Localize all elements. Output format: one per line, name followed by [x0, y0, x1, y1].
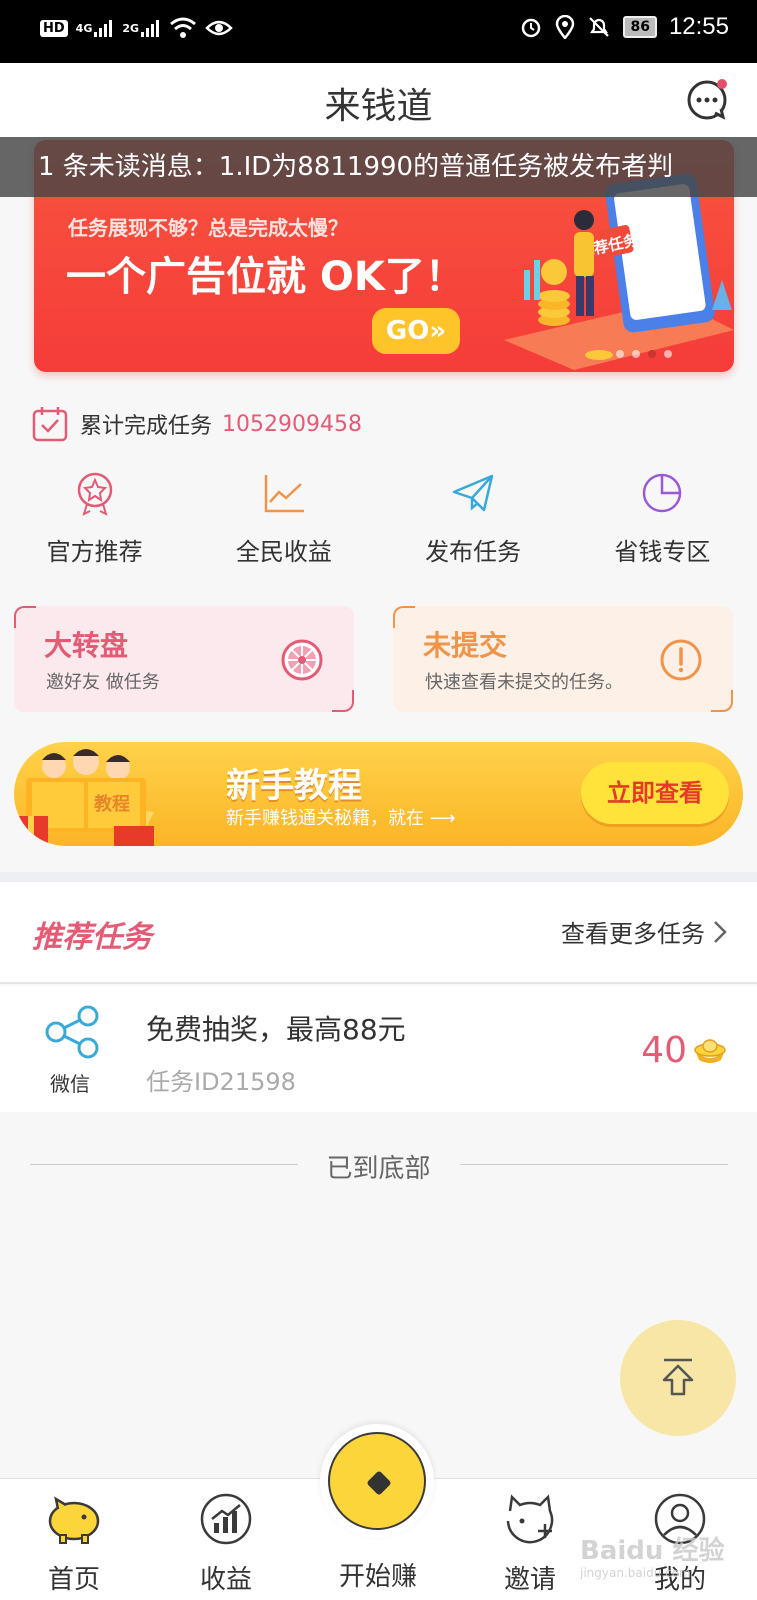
- status-left: HD 4G 2G: [40, 16, 233, 40]
- grid-item-publish-task[interactable]: 发布任务: [379, 470, 568, 580]
- section-divider: [0, 872, 757, 882]
- message-icon[interactable]: [685, 77, 729, 121]
- nav-earnings[interactable]: 收益: [166, 1479, 286, 1600]
- banner-line2: 一个广告位就 OK了！: [66, 254, 465, 300]
- start-earning-button[interactable]: [320, 1424, 434, 1538]
- banner-go-button[interactable]: GO»: [372, 308, 460, 354]
- banner-dot[interactable]: [616, 350, 624, 358]
- task-title: 免费抽奖，最高88元: [146, 1013, 406, 1046]
- task-platform: 微信: [50, 1072, 90, 1096]
- task-id: 任务ID21598: [146, 1068, 296, 1096]
- nav-home[interactable]: 首页: [14, 1479, 134, 1600]
- grid-label: 官方推荐: [46, 538, 143, 566]
- recommended-title: 推荐任务: [32, 920, 152, 955]
- lucky-wheel-card[interactable]: 大转盘 邀好友 做任务: [14, 606, 354, 712]
- tutorial-art-label: 教程: [94, 793, 130, 815]
- eye-icon: [205, 20, 233, 36]
- card-corner: [14, 606, 36, 628]
- nav-invite[interactable]: 邀请: [470, 1479, 590, 1600]
- unsubmitted-card[interactable]: 未提交 快速查看未提交的任务。: [393, 606, 733, 712]
- status-bar: HD 4G 2G 86 12:55: [0, 0, 757, 63]
- nav-label: 收益: [199, 1565, 252, 1595]
- grid-item-savings-zone[interactable]: 省钱专区: [568, 470, 757, 580]
- wheel-icon: [281, 639, 323, 681]
- card-corner: [332, 690, 354, 712]
- banner-dot[interactable]: [632, 350, 640, 358]
- network-2g-label: 2G: [122, 21, 140, 35]
- wifi-icon: [170, 17, 197, 38]
- earnings-chart-icon: [200, 1493, 252, 1545]
- completed-tasks-stat: 累计完成任务 1052909458: [30, 404, 362, 444]
- chevron-right-icon: [714, 920, 727, 943]
- piggy-bank-icon: [48, 1496, 100, 1544]
- signal-4g-icon: 4G: [75, 19, 115, 37]
- unread-notice-bar[interactable]: 1 条未读消息：1.ID为8811990的普通任务被发布者判: [0, 137, 757, 197]
- card-corner: [711, 690, 733, 712]
- app-header: 来钱道: [0, 63, 757, 137]
- tutorial-subtitle: 新手赚钱通关秘籍，就在 ⟶: [226, 808, 456, 829]
- badge-icon: [77, 472, 112, 516]
- start-earning-circle: [328, 1432, 426, 1530]
- paper-plane-icon: [452, 474, 494, 512]
- watermark-sub: jingyan.baidu.com: [580, 1566, 691, 1580]
- hd-badge: HD: [40, 19, 68, 37]
- nav-label: 邀请: [503, 1565, 556, 1595]
- gold-ingot-icon: [694, 1039, 726, 1063]
- banner-pagination: [616, 350, 672, 358]
- card-subtitle: 邀好友 做任务: [46, 672, 160, 693]
- card-title: 大转盘: [44, 629, 129, 662]
- grid-item-earnings[interactable]: 全民收益: [189, 470, 378, 580]
- diamond-icon: [366, 1470, 392, 1496]
- card-corner: [393, 606, 415, 628]
- page-title: 来钱道: [324, 86, 433, 127]
- grid-label: 省钱专区: [614, 538, 711, 566]
- cat-plus-icon: [506, 1494, 554, 1544]
- watermark: Baidu 经验: [580, 1536, 725, 1566]
- task-reward: 40: [641, 1030, 687, 1071]
- view-now-button[interactable]: 立即查看: [581, 762, 729, 824]
- end-of-list-text: 已到底部: [326, 1154, 431, 1184]
- card-subtitle: 快速查看未提交的任务。: [425, 672, 623, 693]
- signal-2g-icon: 2G: [122, 19, 161, 37]
- chart-line-icon: [264, 475, 304, 513]
- tutorial-banner[interactable]: 教程 新手教程 新手赚钱通关秘籍，就在 ⟶ 立即查看: [14, 742, 743, 846]
- start-earning-label: 开始赚: [338, 1562, 417, 1592]
- share-icon: [45, 1005, 99, 1059]
- pie-chart-icon: [643, 473, 682, 513]
- more-tasks-link[interactable]: 查看更多任务: [561, 914, 727, 949]
- exclamation-circle-icon: [660, 639, 702, 681]
- alarm-icon: [522, 18, 541, 38]
- banner-dot-active[interactable]: [648, 350, 656, 358]
- banner-line1: 任务展现不够？总是完成太慢？: [68, 216, 348, 240]
- stat-value: 1052909458: [222, 411, 362, 437]
- banner-dot[interactable]: [664, 350, 672, 358]
- card-title: 未提交: [423, 629, 508, 662]
- battery-level: 86: [623, 16, 657, 38]
- nav-label: 首页: [47, 1565, 100, 1595]
- quick-entry-grid: 官方推荐 全民收益 发布任务 省钱专区: [0, 470, 757, 580]
- back-to-top-button[interactable]: [620, 1320, 736, 1436]
- network-4g-label: 4G: [75, 21, 93, 35]
- arrow-up-icon: [662, 1358, 694, 1396]
- grid-label: 全民收益: [235, 538, 332, 566]
- location-icon: [556, 15, 575, 39]
- grid-item-official-recommend[interactable]: 官方推荐: [0, 470, 189, 580]
- stat-label: 累计完成任务: [80, 414, 213, 439]
- clock-time: 12:55: [668, 13, 729, 40]
- status-right: 86 12:55: [519, 13, 729, 41]
- recommended-section-header: 推荐任务 查看更多任务: [0, 882, 757, 984]
- tutorial-illustration: 教程: [14, 749, 154, 846]
- mute-bell-icon: [589, 17, 610, 37]
- task-row[interactable]: 微信 免费抽奖，最高88元 任务ID21598 40: [0, 986, 757, 1112]
- grid-label: 发布任务: [425, 538, 522, 566]
- calendar-check-icon: [32, 407, 68, 442]
- tutorial-title: 新手教程: [226, 766, 362, 806]
- more-tasks-label: 查看更多任务: [561, 920, 705, 948]
